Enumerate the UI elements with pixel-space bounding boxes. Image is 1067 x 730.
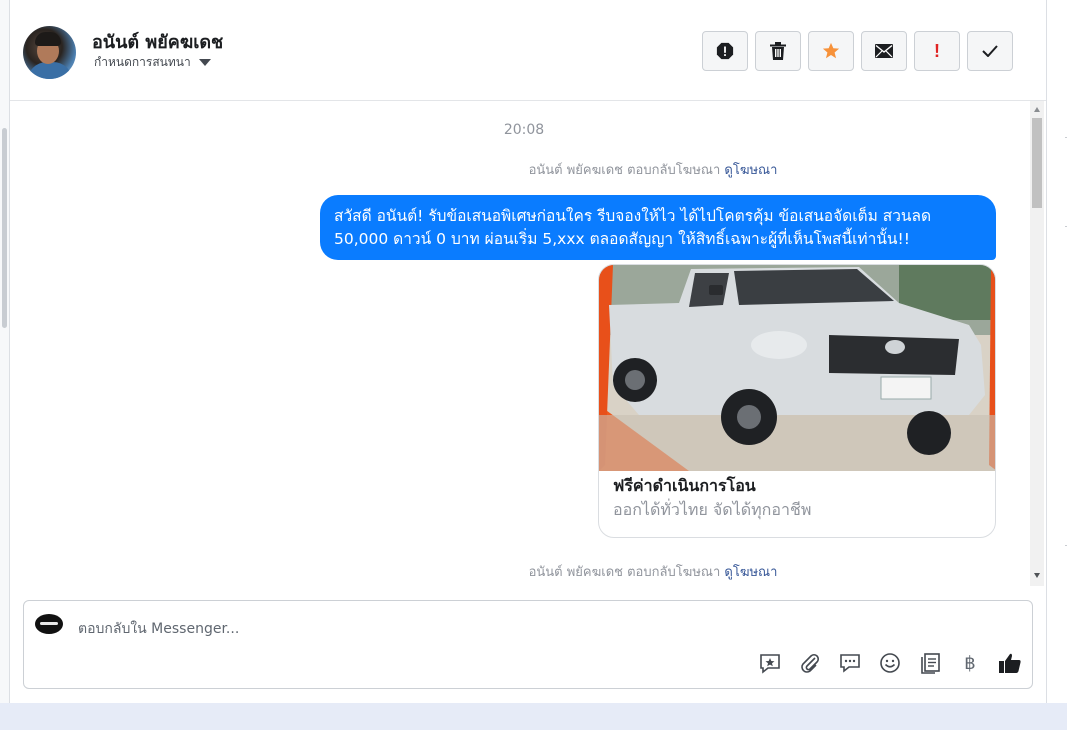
caret-down-icon (198, 59, 211, 66)
chat-bubbles-button[interactable] (838, 651, 862, 675)
assign-label: กำหนดการสนทนา (94, 55, 191, 69)
attachment-icon (801, 653, 820, 673)
mark-done-button[interactable] (967, 31, 1013, 71)
left-scroll-thumb[interactable] (2, 128, 7, 328)
avatar[interactable] (23, 26, 76, 79)
star-button[interactable] (808, 31, 854, 71)
conversation-panel: อนันต์ พยัคฆเดช กำหนดการสนทนา ! 20:08 อน… (10, 0, 1046, 703)
ad-reply-note-2: อนันต์ พยัคฆเดช ตอบกลับโฆษณา ดูโฆษณา (10, 561, 1046, 582)
spam-button[interactable] (702, 31, 748, 71)
emoji-icon (880, 653, 900, 673)
scroll-up-arrow-icon[interactable] (1034, 107, 1040, 112)
ad-card[interactable]: ฟรีค่าดำเนินการโอน ออกได้ทั่วไทย จัดได้ท… (598, 264, 996, 538)
ad-reply-text-2: อนันต์ พยัคฆเดช ตอบกลับโฆษณา (528, 565, 721, 580)
conversation-header: อนันต์ พยัคฆเดช กำหนดการสนทนา ! (10, 0, 1046, 101)
forms-icon (921, 653, 940, 674)
ad-card-subtitle: ออกได้ทั่วไทย จัดได้ทุกอาชีพ (613, 500, 812, 519)
mark-unread-button[interactable] (861, 31, 907, 71)
thumbs-up-icon (999, 653, 1021, 673)
left-page-scrollbar[interactable] (0, 0, 10, 730)
scroll-down-arrow-icon[interactable] (1034, 573, 1040, 578)
baht-icon[interactable]: ฿ (958, 651, 982, 675)
view-ad-link[interactable]: ดูโฆษณา (724, 163, 777, 178)
thread-scroll-thumb[interactable] (1032, 118, 1042, 208)
assign-conversation-dropdown[interactable]: กำหนดการสนทนา (94, 53, 211, 72)
pickup-truck-photo (599, 265, 995, 471)
like-button[interactable] (998, 651, 1022, 675)
right-page-edge (1046, 0, 1067, 730)
star-icon (822, 42, 840, 59)
envelope-icon (875, 44, 893, 58)
ad-reply-note: อนันต์ พยัคฆเดช ตอบกลับโฆษณา ดูโฆษณา (10, 159, 1046, 180)
follow-up-button[interactable]: ! (914, 31, 960, 71)
forms-button[interactable] (918, 651, 942, 675)
thread-scrollbar[interactable] (1030, 101, 1044, 586)
ad-reply-text: อนันต์ พยัคฆเดช ตอบกลับโฆษณา (528, 163, 721, 178)
reply-input[interactable]: ตอบกลับใน Messenger... (78, 618, 239, 640)
page-logo-icon (35, 614, 63, 634)
reply-composer[interactable]: ตอบกลับใน Messenger... ฿ (23, 600, 1033, 689)
exclamation-icon: ! (934, 40, 940, 61)
saved-reply-icon (760, 654, 780, 674)
contact-name[interactable]: อนันต์ พยัคฆเดช (92, 27, 223, 56)
composer-tools: ฿ (758, 651, 1022, 675)
ad-card-title: ฟรีค่าดำเนินการโอน (613, 476, 756, 495)
view-ad-link-2[interactable]: ดูโฆษณา (724, 565, 777, 580)
message-thread[interactable]: 20:08 อนันต์ พยัคฆเดช ตอบกลับโฆษณา ดูโฆษ… (10, 101, 1046, 586)
action-toolbar: ! (702, 31, 1013, 71)
emoji-button[interactable] (878, 651, 902, 675)
message-bubble: สวัสดี อนันต์! รับข้อเสนอพิเศษก่อนใคร รี… (320, 195, 996, 260)
attachment-button[interactable] (798, 651, 822, 675)
delete-button[interactable] (755, 31, 801, 71)
chat-bubbles-icon (840, 654, 860, 673)
alert-octagon-icon (716, 42, 734, 60)
checkmark-icon (982, 45, 998, 57)
saved-reply-button[interactable] (758, 651, 782, 675)
trash-icon (770, 42, 786, 60)
message-timestamp: 20:08 (503, 122, 545, 138)
page-footer-band (0, 703, 1067, 730)
